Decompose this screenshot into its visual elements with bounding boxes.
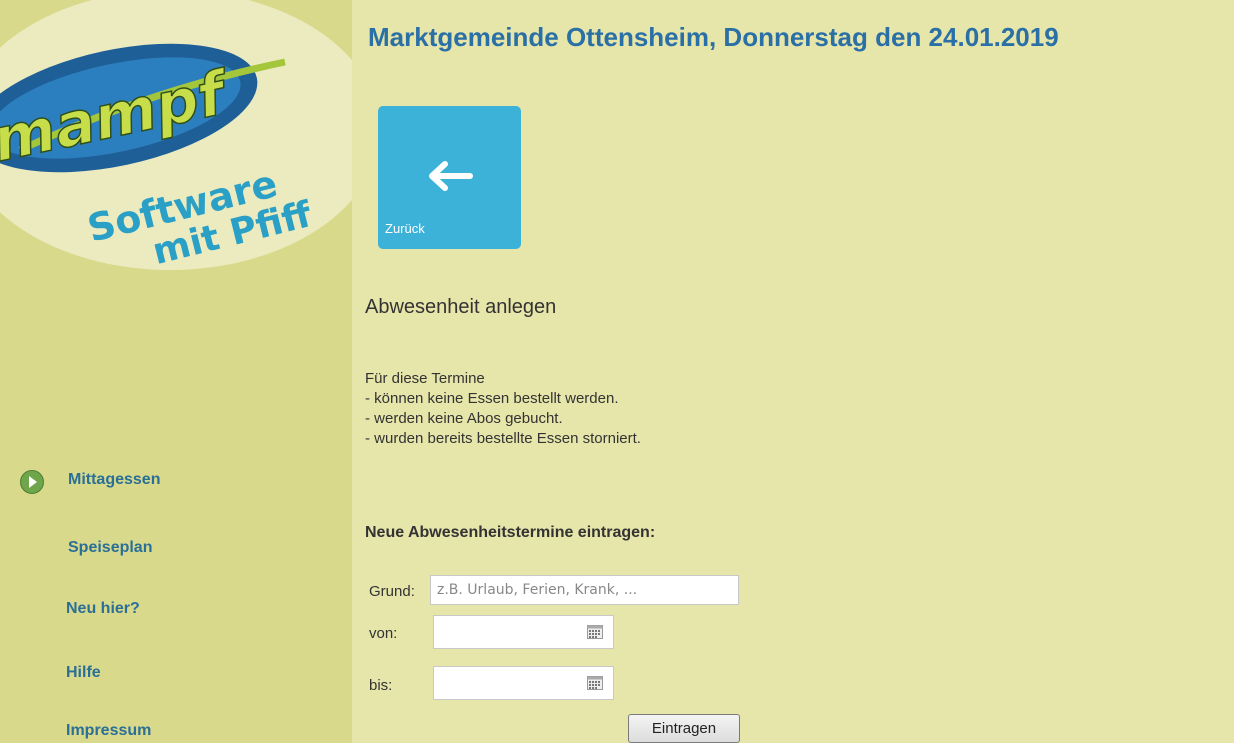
submit-button[interactable]: Eintragen	[628, 714, 740, 743]
reason-input[interactable]	[430, 575, 739, 605]
info-line: - wurden bereits bestellte Essen stornie…	[365, 430, 641, 447]
sidebar-item-speiseplan[interactable]: Speiseplan	[68, 539, 152, 557]
info-line: - werden keine Abos gebucht.	[365, 410, 563, 427]
calendar-icon[interactable]	[587, 625, 603, 639]
sidebar: mampf Software mit Pfiff Mittagessen Spe…	[0, 0, 352, 743]
calendar-icon[interactable]	[587, 676, 603, 690]
mampf-logo: mampf Software mit Pfiff	[0, 0, 352, 273]
info-line: Für diese Termine	[365, 370, 485, 387]
back-button-label: Zurück	[385, 221, 425, 236]
reason-label: Grund:	[369, 583, 415, 600]
from-label: von:	[369, 625, 398, 642]
sidebar-item-impressum[interactable]: Impressum	[66, 722, 151, 740]
sidebar-item-hilfe[interactable]: Hilfe	[66, 664, 101, 682]
section-title: Abwesenheit anlegen	[365, 296, 557, 318]
active-bullet-icon	[20, 470, 44, 494]
to-label: bis:	[369, 677, 393, 694]
back-button[interactable]: Zurück	[378, 106, 521, 249]
from-date-input[interactable]	[433, 615, 614, 649]
sidebar-item-neu-hier[interactable]: Neu hier?	[66, 600, 140, 618]
to-date-input[interactable]	[433, 666, 614, 700]
info-line: - können keine Essen bestellt werden.	[365, 390, 619, 407]
arrow-left-icon	[429, 161, 473, 191]
sidebar-item-mittagessen[interactable]: Mittagessen	[68, 471, 160, 489]
page-title: Marktgemeinde Ottensheim, Donnerstag den…	[368, 22, 1059, 52]
info-text: Für diese Termine - können keine Essen b…	[365, 369, 641, 449]
form-heading: Neue Abwesenheitstermine eintragen:	[365, 524, 656, 541]
